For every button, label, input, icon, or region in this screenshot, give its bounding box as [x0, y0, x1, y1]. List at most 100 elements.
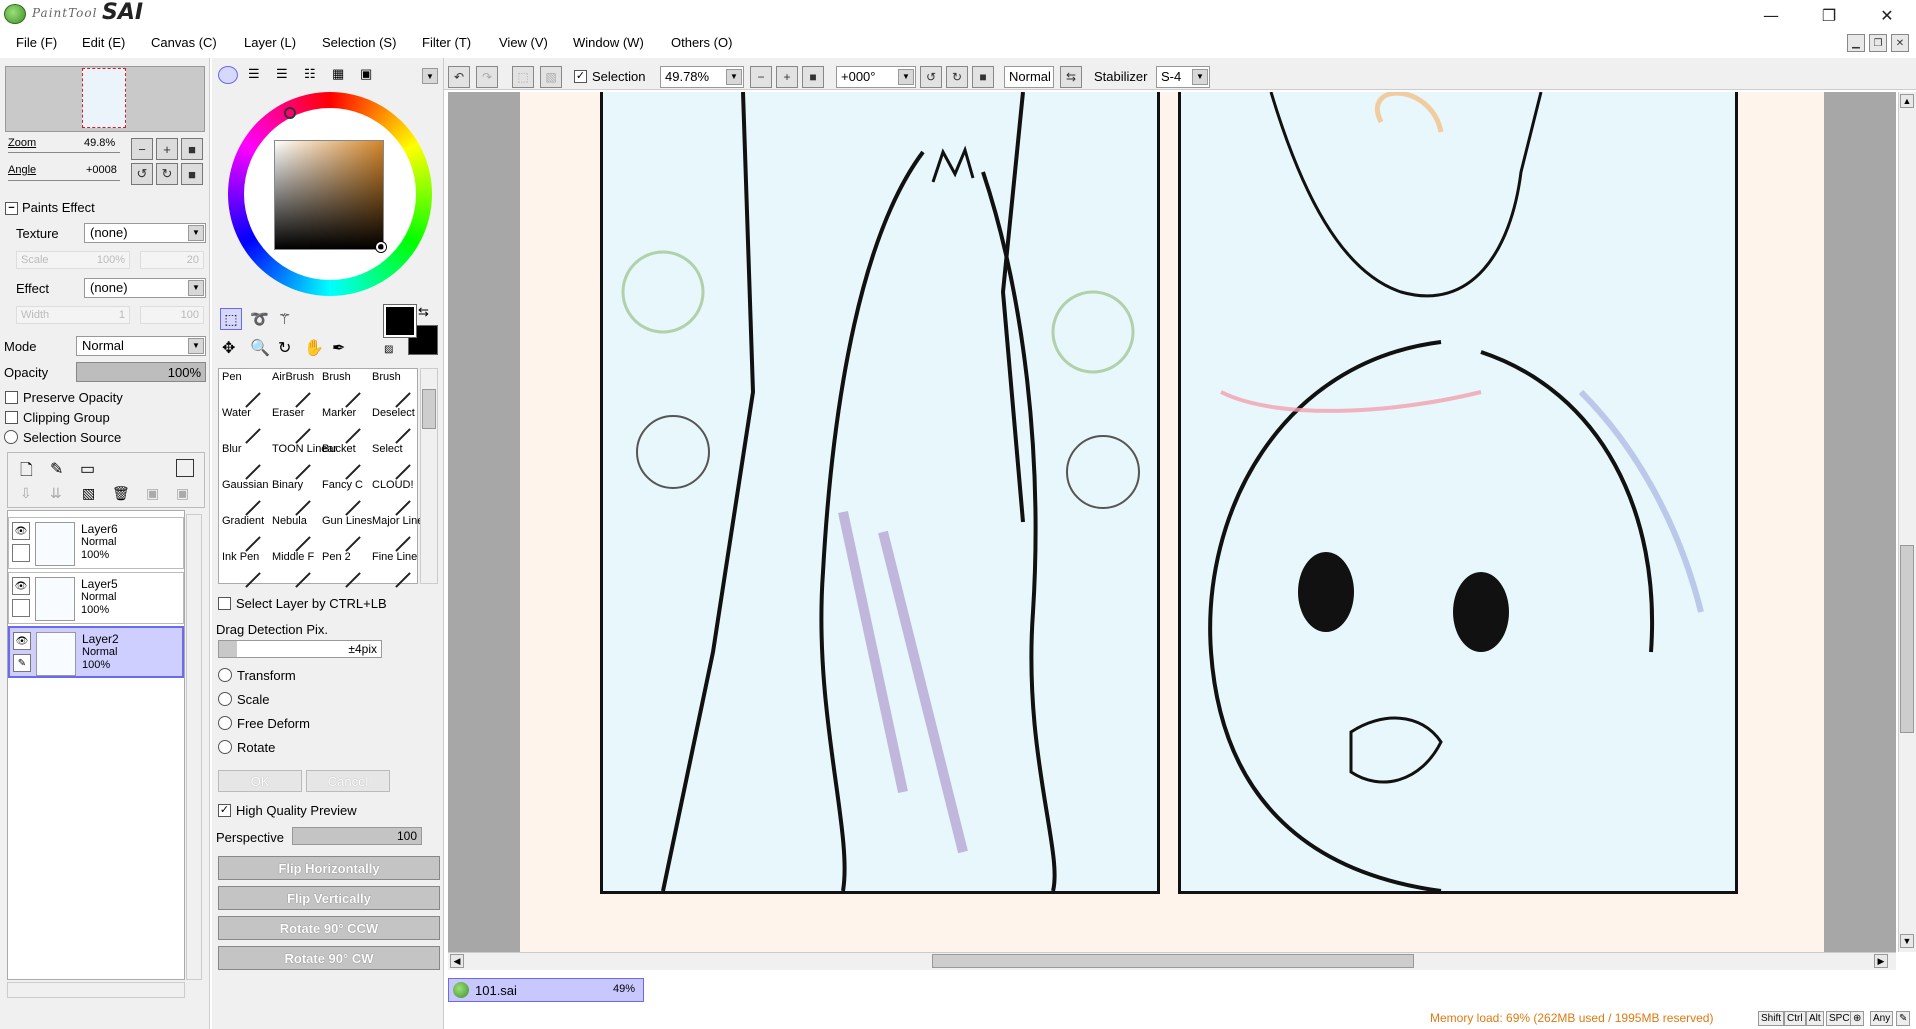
color-wheel-tab-icon[interactable]	[218, 66, 238, 84]
rotate-tool-icon[interactable]: ↻	[278, 338, 291, 358]
rgb-slider-tab-icon[interactable]: ☰	[248, 66, 260, 82]
flip-horizontally-button[interactable]: Flip Horizontally	[218, 856, 440, 880]
comic-panel-right[interactable]	[1178, 92, 1738, 894]
delete-layer-icon[interactable]: 🗑	[112, 485, 130, 502]
brush-tool-marker[interactable]: Marker	[319, 405, 369, 444]
rect-select-icon[interactable]: ⬚	[220, 308, 242, 330]
layer-option-icon[interactable]: ▣	[146, 485, 159, 502]
brush-grid-scroll-thumb[interactable]	[422, 389, 436, 429]
deselect-icon[interactable]: ⬚	[512, 66, 534, 88]
brush-tool-gun-lines[interactable]: Gun Lines	[319, 513, 372, 552]
flip-view-icon[interactable]: ⇆	[1060, 66, 1082, 88]
swatches-tab-icon[interactable]: ▦	[332, 66, 344, 82]
cancel-button[interactable]: Cancel	[306, 770, 390, 792]
zoom-out-icon[interactable]: −	[131, 138, 153, 160]
free-deform-radio[interactable]	[218, 716, 232, 730]
menu-window[interactable]: Window (W)	[573, 35, 644, 50]
new-layer-icon[interactable]: 🗋	[20, 459, 33, 486]
brush-tool-gradient[interactable]: Gradient	[219, 513, 269, 552]
swap-colors-icon[interactable]: ⇆	[418, 304, 429, 320]
zoom-out-icon[interactable]: −	[750, 66, 772, 88]
eyedropper-icon[interactable]: ✒	[332, 338, 345, 358]
color-marker[interactable]	[376, 242, 386, 252]
ok-button[interactable]: OK	[218, 770, 302, 792]
canvas-vertical-scrollbar[interactable]	[1898, 92, 1916, 952]
angle-field[interactable]: +000° ▼	[836, 66, 916, 88]
preserve-opacity-checkbox[interactable]	[5, 391, 18, 404]
zoom-in-icon[interactable]: +	[776, 66, 798, 88]
zoom-tool-icon[interactable]: 🔍	[250, 338, 270, 358]
menu-file[interactable]: File (F)	[16, 35, 57, 50]
brush-tool-water[interactable]: Water	[219, 405, 269, 444]
angle-slider[interactable]	[8, 180, 120, 181]
file-tab[interactable]: 101.sai 49%	[448, 978, 644, 1002]
paints-effect-toggle-icon[interactable]: −	[5, 202, 18, 215]
layer-row-selected[interactable]: 👁 ✎ Layer2 Normal 100%	[8, 626, 184, 678]
eye-icon[interactable]: 👁	[12, 577, 30, 595]
close-button[interactable]: ✕	[1858, 0, 1916, 30]
brush-tool-cloud-[interactable]: CLOUD!	[369, 477, 419, 516]
rotate-left-icon[interactable]: ↺	[131, 163, 153, 185]
menu-others[interactable]: Others (O)	[671, 35, 732, 50]
menu-layer[interactable]: Layer (L)	[244, 35, 296, 50]
navigator-viewport[interactable]	[82, 68, 126, 128]
mdi-close-icon[interactable]: ✕	[1891, 34, 1909, 52]
undo-icon[interactable]: ↶	[448, 66, 470, 88]
minimize-button[interactable]: —	[1742, 0, 1800, 30]
selection-visible-checkbox[interactable]: ✓	[574, 70, 587, 83]
eye-icon[interactable]: 👁	[12, 522, 30, 540]
lock-toggle-icon[interactable]	[12, 599, 30, 617]
selection-source-radio[interactable]	[4, 430, 18, 444]
rotate-radio[interactable]	[218, 740, 232, 754]
redo-icon[interactable]: ↷	[476, 66, 498, 88]
brush-tool-fine-line[interactable]: Fine Line	[369, 549, 419, 588]
primary-color-swatch[interactable]	[383, 304, 417, 338]
scroll-right-icon[interactable]: ▶	[1874, 954, 1888, 968]
layer-option2-icon[interactable]: ▣	[176, 485, 189, 502]
mdi-restore-icon[interactable]: ❐	[1869, 34, 1887, 52]
brush-tool-toon-linear[interactable]: TOON Linear	[269, 441, 337, 480]
brush-tool-middle-f[interactable]: Middle F	[269, 549, 319, 588]
transparent-color-icon[interactable]: ▨	[384, 344, 393, 355]
rotate-reset-icon[interactable]: ■	[181, 163, 203, 185]
new-folder-icon[interactable]: ▭	[80, 459, 95, 479]
brush-tool-pen-2[interactable]: Pen 2	[319, 549, 369, 588]
brush-tool-ink-pen[interactable]: Ink Pen	[219, 549, 269, 588]
zoom-reset-icon[interactable]: ■	[802, 66, 824, 88]
layer-mask-icon[interactable]	[176, 459, 194, 477]
lock-toggle-icon[interactable]	[12, 544, 30, 562]
brush-tool-blur[interactable]: Blur	[219, 441, 269, 480]
magic-wand-icon[interactable]: ⚚	[278, 310, 291, 328]
eye-icon[interactable]: 👁	[13, 632, 31, 650]
layer-list-scrollbar[interactable]	[186, 514, 202, 980]
chevron-down-icon[interactable]: ▼	[422, 68, 438, 84]
blend-mode-field[interactable]: Normal	[1004, 66, 1054, 88]
hue-marker[interactable]	[284, 107, 296, 119]
clipping-group-checkbox[interactable]	[5, 411, 18, 424]
brush-tool-pen[interactable]: Pen	[219, 369, 269, 408]
transform-radio[interactable]	[218, 668, 232, 682]
scratchpad-tab-icon[interactable]: ▣	[360, 66, 372, 82]
rotate-cw-button[interactable]: Rotate 90° CW	[218, 946, 440, 970]
lasso-icon[interactable]: ➰	[250, 310, 269, 328]
brush-grid-scrollbar[interactable]	[420, 368, 438, 584]
hsv-slider-tab-icon[interactable]: ☰	[276, 66, 288, 82]
restore-button[interactable]: ❐	[1800, 0, 1858, 30]
scroll-left-icon[interactable]: ◀	[450, 954, 464, 968]
layer-row[interactable]: 👁 Layer5 Normal 100%	[8, 572, 184, 624]
brush-tool-nebula[interactable]: Nebula	[269, 513, 319, 552]
effect-select[interactable]: (none) ▼	[84, 278, 206, 298]
scale-radio[interactable]	[218, 692, 232, 706]
menu-selection[interactable]: Selection (S)	[322, 35, 396, 50]
menu-filter[interactable]: Filter (T)	[422, 35, 471, 50]
brush-tool-gaussian[interactable]: Gaussian	[219, 477, 269, 516]
opacity-slider[interactable]: 100%	[76, 362, 206, 382]
mdi-minimize-icon[interactable]: ▁	[1847, 34, 1865, 52]
menu-edit[interactable]: Edit (E)	[82, 35, 125, 50]
brush-tool-brush[interactable]: Brush	[369, 369, 419, 408]
color-mixer-tab-icon[interactable]: ☷	[304, 66, 316, 82]
menu-canvas[interactable]: Canvas (C)	[151, 35, 217, 50]
brush-tool-bucket[interactable]: Bucket	[319, 441, 369, 480]
comic-panel-left[interactable]	[600, 92, 1160, 894]
canvas-horizontal-thumb[interactable]	[932, 954, 1414, 968]
